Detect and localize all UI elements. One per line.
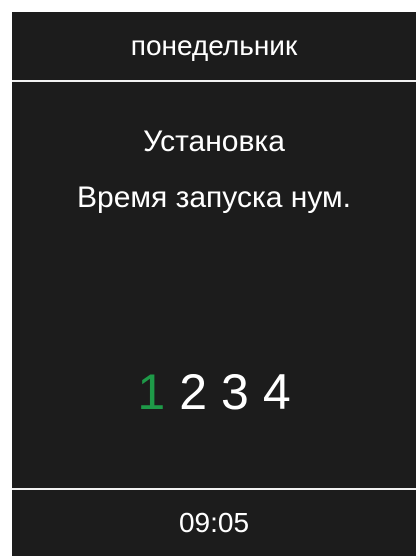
setting-subtitle: Время запуска нум. <box>77 181 351 214</box>
start-number-3[interactable]: 3 <box>221 362 249 422</box>
clock-time: 09:05 <box>178 507 250 538</box>
day-header: понедельник <box>130 30 298 61</box>
start-number-selector: 1 2 3 4 <box>12 362 416 422</box>
start-number-1[interactable]: 1 <box>137 362 165 422</box>
top-divider <box>12 80 416 82</box>
device-screen: понедельник Установка Время запуска нум.… <box>12 12 416 556</box>
setting-title: Установка <box>143 125 285 158</box>
start-number-2[interactable]: 2 <box>179 362 207 422</box>
start-number-4[interactable]: 4 <box>263 362 291 422</box>
